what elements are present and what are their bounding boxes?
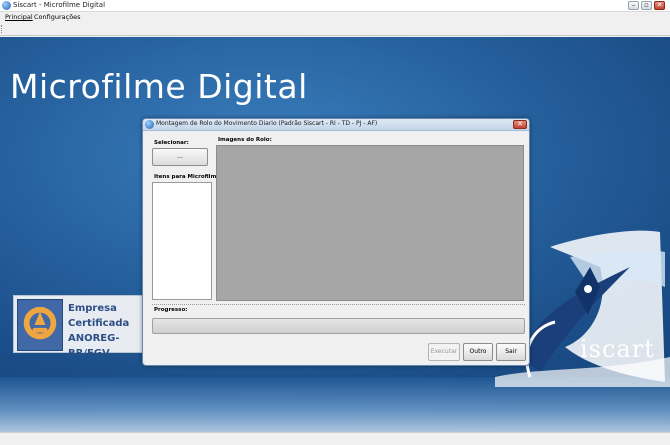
- status-bar: [0, 432, 670, 445]
- dialog-body: Selecionar: ... Itens para Microfilme: I…: [145, 132, 527, 364]
- selecionar-label: Selecionar:: [154, 140, 189, 146]
- dialog-titlebar: Montagem de Rolo do Movimento Diario (Pa…: [143, 119, 529, 131]
- siscart-logo-text: iscart: [580, 335, 655, 363]
- badge-line-3: ANOREG-BR/FGV: [68, 333, 120, 359]
- images-panel[interactable]: [216, 145, 524, 301]
- badge-text: Empresa Certificada ANOREG-BR/FGV: [68, 301, 146, 361]
- dialog-title: Montagem de Rolo do Movimento Diario (Pa…: [156, 120, 378, 127]
- close-button[interactable]: ✕: [654, 1, 665, 10]
- badge-line-2: Certificada: [68, 318, 130, 329]
- imagens-label: Imagens do Rolo:: [218, 137, 272, 143]
- progresso-label: Progresso:: [154, 307, 188, 313]
- toolbar-grip: [1, 25, 3, 33]
- divider: [152, 304, 525, 305]
- badge-line-1: Empresa: [68, 303, 117, 314]
- certification-badge: Empresa Certificada ANOREG-BR/FGV: [13, 295, 147, 359]
- itens-label: Itens para Microfilme:: [154, 174, 223, 180]
- itens-list[interactable]: [152, 182, 212, 300]
- minimize-button[interactable]: –: [628, 1, 639, 10]
- menu-item-principal[interactable]: Principal: [5, 13, 33, 21]
- sair-button[interactable]: Sair: [496, 343, 526, 361]
- toolbar-strip: [0, 23, 670, 36]
- app-titlebar: Siscart - Microfilme Digital – ▫ ✕: [0, 0, 670, 12]
- app-title: Siscart - Microfilme Digital: [13, 1, 106, 9]
- maximize-button[interactable]: ▫: [641, 1, 652, 10]
- menu-bar: Principal Configurações: [0, 12, 670, 23]
- outro-button[interactable]: Outro: [463, 343, 493, 361]
- menu-item-configuracoes[interactable]: Configurações: [34, 13, 81, 21]
- executar-button[interactable]: Executar: [428, 343, 460, 361]
- montagem-rolo-dialog: Montagem de Rolo do Movimento Diario (Pa…: [142, 118, 530, 366]
- dialog-icon: [145, 120, 154, 129]
- progress-bar: [152, 318, 525, 334]
- dialog-close-button[interactable]: ✕: [513, 120, 527, 129]
- anoreg-logo-icon: [17, 299, 63, 351]
- app-icon: [2, 1, 11, 10]
- browse-button[interactable]: ...: [152, 148, 208, 166]
- desktop-title: Microfilme Digital: [10, 67, 308, 106]
